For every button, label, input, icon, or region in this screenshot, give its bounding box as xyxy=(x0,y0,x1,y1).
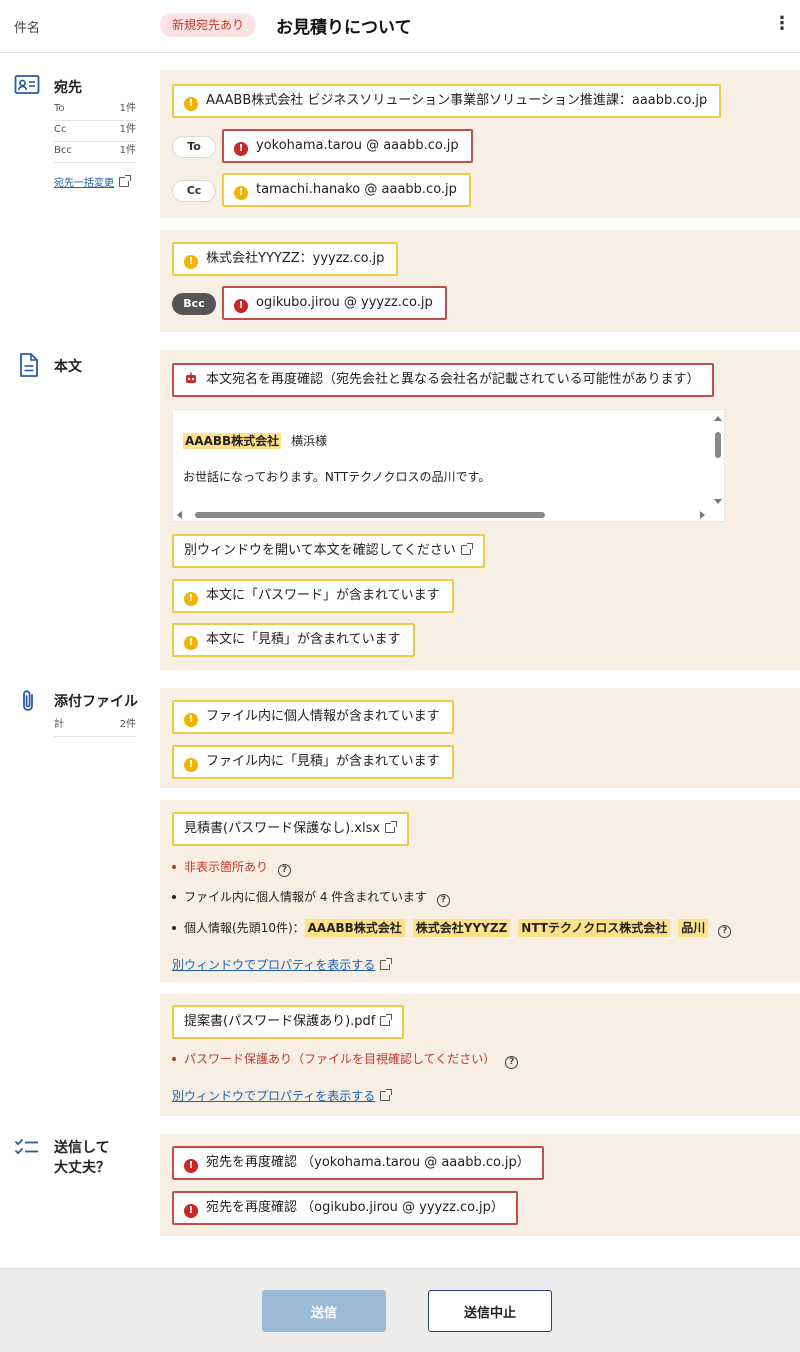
to-tag: To xyxy=(172,136,216,158)
subject-label: 件名 xyxy=(14,21,41,36)
external-link-icon xyxy=(460,543,473,555)
to-address-chip[interactable]: ! yokohama.tarou @ aaabb.co.jp xyxy=(222,129,473,163)
body-name-alert: 本文宛名を再度確認（宛先会社と異なる会社名が記載されている可能性があります） xyxy=(172,363,714,397)
warning-icon: ! xyxy=(184,758,198,772)
count-row-total: 計 2件 xyxy=(54,716,136,737)
confirm-title-line2: 大丈夫？ xyxy=(54,1160,110,1176)
company-warning-aaabb: ! AAABB株式会社 ビジネスソリューション事業部ソリューション推進課：aaab… xyxy=(172,84,722,118)
recipients-title: 宛先 xyxy=(54,80,82,96)
external-link-icon xyxy=(119,175,131,187)
document-icon xyxy=(20,353,38,377)
recheck-recipient-2: ! 宛先を再度確認 （ogikubo.jirou @ yyyzz.co.jp） xyxy=(172,1191,518,1225)
file2-password-note: パスワード保護あり（ファイルを目視確認してください）? xyxy=(172,1050,519,1069)
pi-item: 株式会社YYYZZ xyxy=(412,919,511,937)
warning-icon: ! xyxy=(184,97,198,111)
body-preview[interactable]: AAABB株式会社 横浜様 お世話になっております。NTTテクノクロスの品川です。 xyxy=(172,409,725,522)
external-link-icon xyxy=(385,821,398,833)
cancel-send-button[interactable]: 送信中止 xyxy=(428,1290,552,1332)
vertical-scrollbar[interactable] xyxy=(714,416,722,504)
new-recipient-badge: 新規宛先あり xyxy=(160,13,257,37)
horizontal-scrollbar[interactable] xyxy=(177,511,705,519)
pi-item: NTTテクノクロス株式会社 xyxy=(518,919,671,937)
subject-header: 件名 新規宛先あり お見積りについて ⋮ xyxy=(0,0,800,53)
cc-tag: Cc xyxy=(172,180,216,202)
open-body-window-button[interactable]: 別ウィンドウを開いて本文を確認してください xyxy=(172,534,485,568)
scroll-up-arrow-icon[interactable] xyxy=(714,416,722,421)
pi-item: AAABB株式会社 xyxy=(304,919,405,937)
scroll-left-arrow-icon[interactable] xyxy=(177,511,182,519)
password-in-body-warning: ! 本文に「パスワード」が含まれています xyxy=(172,579,454,613)
contact-card-icon xyxy=(14,75,40,94)
recipient-count-table: To 1件 Cc 1件 Bcc 1件 xyxy=(54,100,136,163)
file1-pi-count-note: ファイル内に個人情報が 4 件含まれています? xyxy=(172,888,450,907)
file-personal-info-warning: ! ファイル内に個人情報が含まれています xyxy=(172,700,454,734)
help-icon[interactable]: ? xyxy=(718,925,732,938)
attachment-count-table: 計 2件 xyxy=(54,716,136,737)
cc-address-chip[interactable]: ! tamachi.hanako @ aaabb.co.jp xyxy=(222,173,471,207)
confirm-title-line1: 送信して xyxy=(54,1140,110,1156)
help-icon[interactable]: ? xyxy=(436,894,450,907)
robot-icon xyxy=(186,372,196,383)
estimate-in-body-warning: ! 本文に「見積」が含まれています xyxy=(172,623,415,657)
error-icon: ! xyxy=(184,1159,198,1173)
preview-line-salutation: AAABB株式会社 横浜様 xyxy=(183,433,328,449)
scroll-thumb[interactable] xyxy=(715,432,721,458)
count-row-cc: Cc 1件 xyxy=(54,121,136,142)
warning-icon: ! xyxy=(234,186,248,200)
bcc-tag: Bcc xyxy=(172,293,216,315)
preview-line-greeting: お世話になっております。NTTテクノクロスの品川です。 xyxy=(183,470,491,484)
file1-properties-link[interactable]: 別ウィンドウでプロパティを表示する xyxy=(172,956,393,973)
file-estimate-warning: ! ファイル内に「見積」が含まれています xyxy=(172,745,454,779)
error-icon: ! xyxy=(184,1204,198,1218)
help-icon[interactable]: ? xyxy=(505,1056,519,1069)
file1-hidden-note: 非表示箇所あり? xyxy=(172,858,292,877)
warning-icon: ! xyxy=(184,255,198,269)
external-link-icon xyxy=(380,958,393,970)
warning-icon: ! xyxy=(184,636,198,650)
pi-item: 品川 xyxy=(678,919,709,937)
scroll-thumb[interactable] xyxy=(195,512,545,518)
attachments-title: 添付ファイル xyxy=(54,694,138,710)
error-icon: ! xyxy=(234,299,248,313)
bulk-change-recipients-link[interactable]: 宛先一括変更 xyxy=(54,174,131,189)
file1-pi-list: 個人情報(先頭10件)： AAABB株式会社 株式会社YYYZZ NTTテクノクロス株… xyxy=(172,919,732,938)
action-footer: 送信 送信中止 xyxy=(0,1268,800,1352)
body-title: 本文 xyxy=(54,359,82,375)
more-menu-icon[interactable]: ⋮ xyxy=(773,13,791,39)
warning-icon: ! xyxy=(184,713,198,727)
company-warning-yyyzz: ! 株式会社YYYZZ：yyyzz.co.jp xyxy=(172,242,399,276)
help-icon[interactable]: ? xyxy=(278,864,292,877)
checklist-icon xyxy=(15,1139,38,1155)
error-icon: ! xyxy=(234,142,248,156)
file2-name-button[interactable]: 提案書(パスワード保護あり).pdf xyxy=(172,1005,405,1039)
file2-properties-link[interactable]: 別ウィンドウでプロパティを表示する xyxy=(172,1087,393,1104)
scroll-down-arrow-icon[interactable] xyxy=(714,499,722,504)
warning-icon: ! xyxy=(184,592,198,606)
count-row-bcc: Bcc 1件 xyxy=(54,142,136,163)
bcc-address-chip[interactable]: ! ogikubo.jirou @ yyyzz.co.jp xyxy=(222,286,447,320)
recheck-recipient-1: ! 宛先を再度確認 （yokohama.tarou @ aaabb.co.jp） xyxy=(172,1146,544,1180)
subject-title: お見積りについて xyxy=(276,18,412,38)
file1-name-button[interactable]: 見積書(パスワード保護なし).xlsx xyxy=(172,812,410,846)
external-link-icon xyxy=(380,1014,393,1026)
scroll-right-arrow-icon[interactable] xyxy=(700,511,705,519)
external-link-icon xyxy=(380,1089,393,1101)
count-row-to: To 1件 xyxy=(54,100,136,121)
send-button[interactable]: 送信 xyxy=(262,1290,386,1332)
highlighted-company: AAABB株式会社 xyxy=(183,433,282,449)
paperclip-icon xyxy=(23,690,33,711)
